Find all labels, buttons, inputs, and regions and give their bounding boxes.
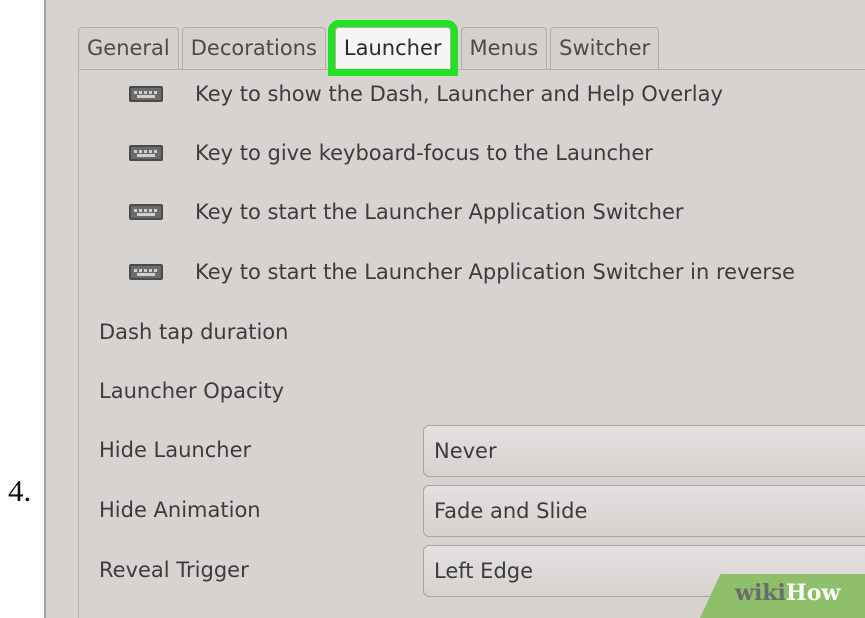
keybinding-row-app-switcher-reverse[interactable]: Key to start the Launcher Application Sw…: [129, 260, 795, 284]
watermark-part-wiki: wiki: [735, 580, 786, 606]
tab-bar: General Decorations Launcher Menus Switc…: [78, 20, 662, 76]
keybinding-label: Key to give keyboard-focus to the Launch…: [195, 141, 653, 165]
keyboard-icon: [129, 86, 163, 102]
watermark-part-how: How: [785, 580, 841, 606]
keybinding-label: Key to start the Launcher Application Sw…: [195, 200, 684, 224]
dash-tap-duration-label: Dash tap duration: [99, 320, 289, 344]
keybinding-label: Key to start the Launcher Application Sw…: [195, 260, 795, 284]
launcher-opacity-label: Launcher Opacity: [99, 379, 285, 403]
keybinding-row-keyboard-focus[interactable]: Key to give keyboard-focus to the Launch…: [129, 141, 653, 165]
watermark-logo: wikiHow: [735, 580, 840, 606]
reveal-trigger-label: Reveal Trigger: [99, 558, 249, 582]
keybinding-row-app-switcher[interactable]: Key to start the Launcher Application Sw…: [129, 200, 684, 224]
launcher-panel: Key to show the Dash, Launcher and Help …: [78, 69, 865, 618]
hide-launcher-dropdown[interactable]: Never: [423, 425, 865, 477]
keyboard-icon: [129, 145, 163, 161]
hide-animation-dropdown[interactable]: Fade and Slide: [423, 485, 865, 537]
settings-window: General Decorations Launcher Menus Switc…: [44, 0, 865, 618]
hide-animation-label: Hide Animation: [99, 498, 261, 522]
step-number: 4.: [8, 473, 32, 508]
keyboard-icon: [129, 264, 163, 280]
tab-decorations[interactable]: Decorations: [181, 27, 326, 69]
keybinding-label: Key to show the Dash, Launcher and Help …: [195, 82, 723, 106]
tab-general[interactable]: General: [78, 27, 179, 69]
hide-launcher-label: Hide Launcher: [99, 438, 252, 462]
tab-launcher[interactable]: Launcher: [327, 20, 458, 76]
tab-menus[interactable]: Menus: [460, 27, 548, 69]
tab-switcher[interactable]: Switcher: [550, 27, 660, 69]
keyboard-icon: [129, 204, 163, 220]
keybinding-row-show-dash[interactable]: Key to show the Dash, Launcher and Help …: [129, 82, 723, 106]
